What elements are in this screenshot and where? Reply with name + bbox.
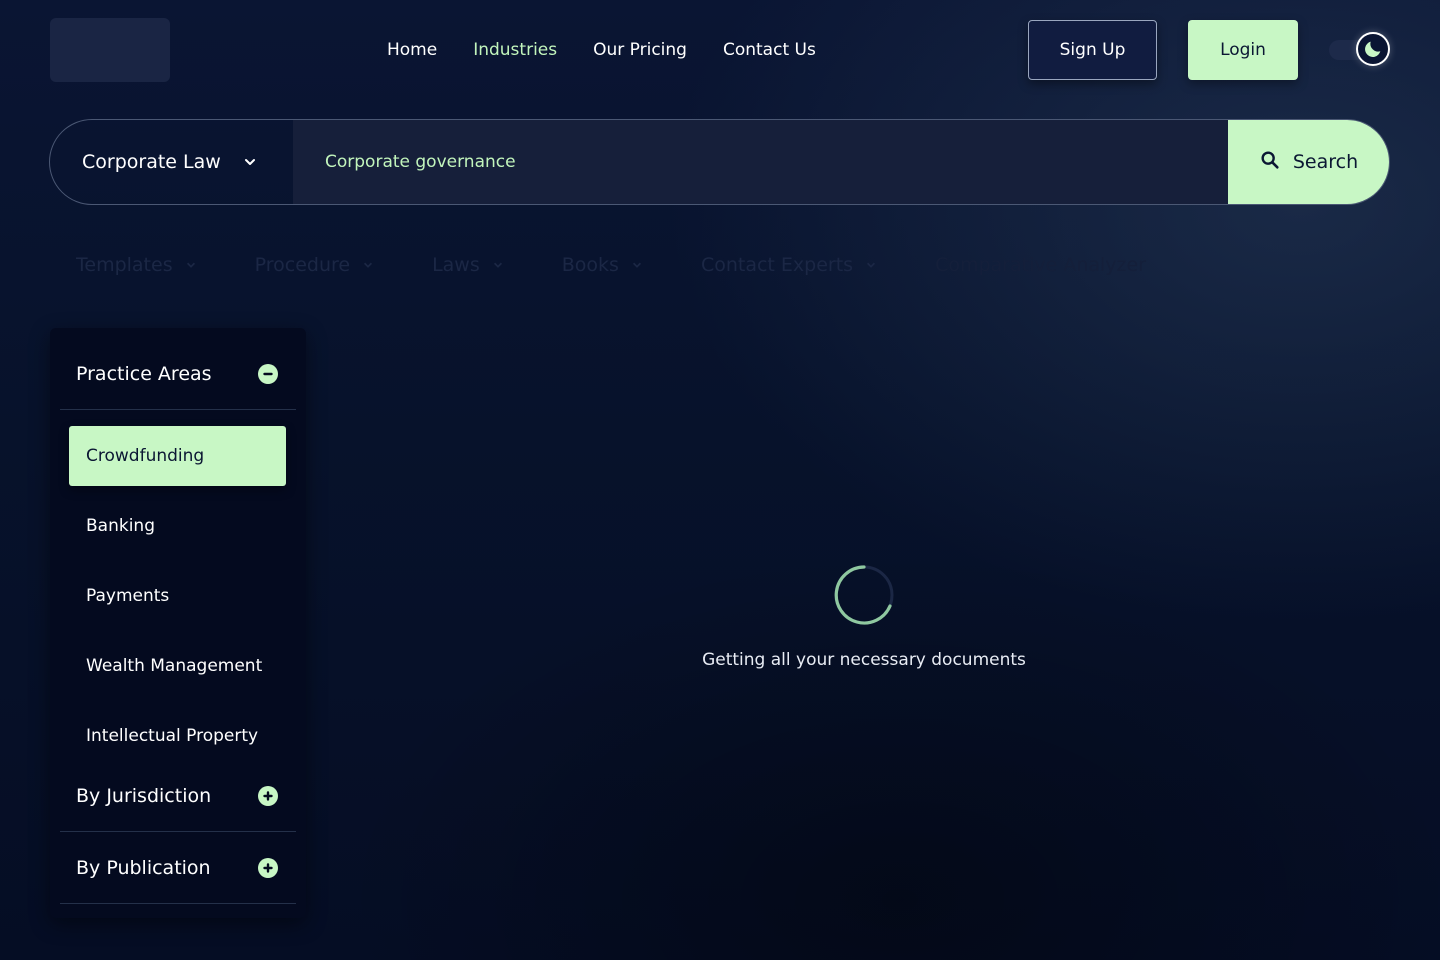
tab-comparative-analyzer[interactable]: Comparative Analyzer <box>935 254 1146 276</box>
search-bar: Corporate Law Search <box>49 119 1390 205</box>
sign-up-button[interactable]: Sign Up <box>1028 20 1157 80</box>
chevron-down-icon <box>492 259 504 271</box>
logo[interactable] <box>50 18 170 82</box>
by-publication-header[interactable]: By Publication <box>60 832 296 904</box>
section-title: By Jurisdiction <box>76 784 212 807</box>
tab-templates[interactable]: Templates <box>76 254 197 276</box>
expand-icon[interactable] <box>258 857 278 878</box>
chevron-down-icon <box>185 259 197 271</box>
chevron-down-icon <box>631 259 643 271</box>
category-select[interactable]: Corporate Law <box>50 120 293 204</box>
chevron-down-icon <box>362 259 374 271</box>
tab-label: Templates <box>76 254 173 276</box>
main-nav: Home Industries Our Pricing Contact Us <box>387 38 816 62</box>
section-title: By Publication <box>76 856 211 879</box>
sidebar-item-crowdfunding[interactable]: Crowdfunding <box>69 426 286 486</box>
tab-label: Procedure <box>254 254 351 276</box>
nav-industries[interactable]: Industries <box>473 38 557 62</box>
expand-icon[interactable] <box>258 785 278 806</box>
nav-contact[interactable]: Contact Us <box>723 38 816 62</box>
tab-label: Laws <box>432 254 480 276</box>
login-button[interactable]: Login <box>1188 20 1298 80</box>
tab-laws[interactable]: Laws <box>432 254 504 276</box>
sidebar: Practice Areas Crowdfunding Banking Paym… <box>50 328 306 918</box>
tab-contact-experts[interactable]: Contact Experts <box>701 254 877 276</box>
chevron-down-icon <box>865 259 877 271</box>
tab-label: Contact Experts <box>700 254 854 276</box>
section-title: Practice Areas <box>76 362 212 385</box>
collapse-icon[interactable] <box>258 363 278 384</box>
search-input[interactable] <box>293 120 1228 204</box>
loading-message: Getting all your necessary documents <box>702 650 1026 670</box>
practice-areas-header[interactable]: Practice Areas <box>60 338 296 410</box>
tab-books[interactable]: Books <box>562 254 643 276</box>
moon-icon <box>1356 32 1390 66</box>
nav-pricing[interactable]: Our Pricing <box>593 38 687 62</box>
tab-procedure[interactable]: Procedure <box>255 254 374 276</box>
loading-spinner-icon <box>833 564 895 626</box>
sidebar-item-banking[interactable]: Banking <box>69 496 286 556</box>
chevron-down-icon <box>243 155 257 169</box>
theme-toggle[interactable] <box>1329 32 1390 66</box>
tab-label: Comparative Analyzer <box>935 254 1147 276</box>
sidebar-item-intellectual-property[interactable]: Intellectual Property <box>69 706 286 766</box>
nav-home[interactable]: Home <box>387 38 437 62</box>
tab-label: Books <box>561 254 619 276</box>
sidebar-item-payments[interactable]: Payments <box>69 566 286 626</box>
search-button-label: Search <box>1292 151 1359 173</box>
search-icon <box>1259 149 1281 176</box>
subtab-bar: Templates Procedure Laws Books Contact E… <box>76 254 1386 276</box>
search-button[interactable]: Search <box>1228 120 1389 204</box>
sidebar-item-wealth-management[interactable]: Wealth Management <box>69 636 286 696</box>
category-label: Corporate Law <box>82 151 221 173</box>
by-jurisdiction-header[interactable]: By Jurisdiction <box>60 760 296 832</box>
